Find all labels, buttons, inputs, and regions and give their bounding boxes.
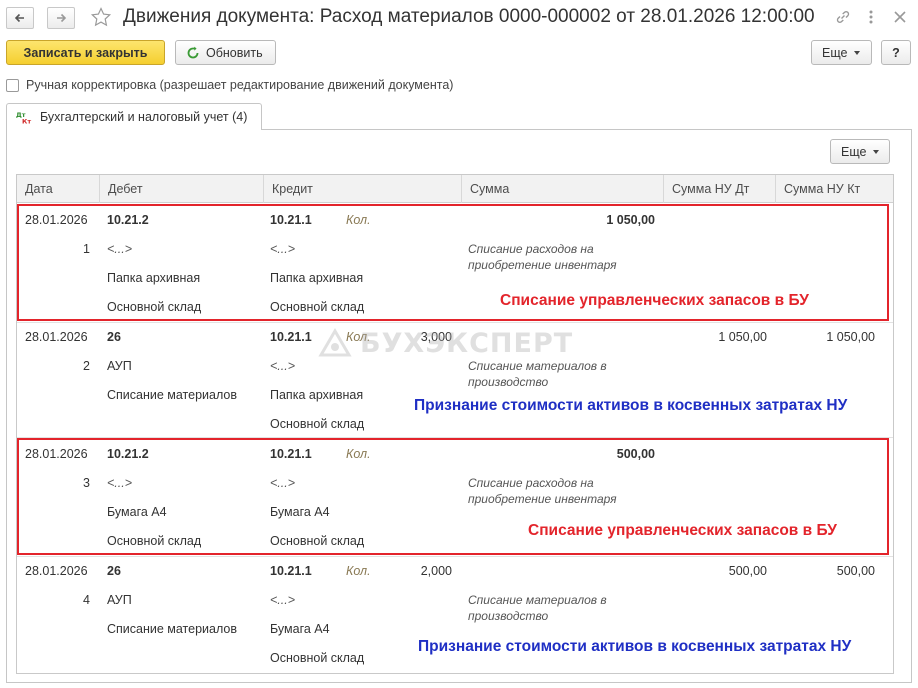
row-description: Списание материалов в производство [468, 359, 607, 389]
watermark-logo-icon [318, 328, 352, 357]
row-sum-nu-dt: 1 050,00 [718, 330, 767, 344]
row-number: 4 [83, 593, 90, 607]
manual-correction-label: Ручная корректировка (разрешает редактир… [26, 78, 454, 92]
arrow-left-icon [14, 13, 24, 23]
forward-button[interactable] [47, 7, 75, 29]
annotation-nu-1: Признание стоимости активов в косвенных … [414, 397, 848, 414]
credit-subconto-1: <...> [270, 593, 296, 607]
favorite-star-icon[interactable] [90, 6, 112, 28]
annotation-bu-2: Списание управленческих запасов в БУ [528, 522, 837, 539]
row-sum-nu-kt: 500,00 [836, 564, 875, 578]
annotation-bu-1: Списание управленческих запасов в БУ [500, 292, 809, 309]
refresh-icon [187, 46, 199, 58]
credit-account: 10.21.1 [270, 564, 312, 578]
back-button[interactable] [6, 7, 34, 29]
debit-subconto-1: АУП [107, 359, 132, 373]
help-button[interactable]: ? [881, 40, 911, 65]
tab-accounting-label: Бухгалтерский и налоговый учет (4) [40, 110, 248, 124]
watermark-text: БУХЭКСПЕРТ [360, 327, 574, 359]
more-label: Еще [822, 45, 848, 60]
title-bar: Движения документа: Расход материалов 00… [0, 0, 918, 36]
row-description: Списание материалов в производство [468, 593, 607, 623]
debit-subconto-2: Списание материалов [107, 622, 238, 636]
credit-subconto-2: Бумага А4 [270, 622, 330, 636]
debit-subconto-1: АУП [107, 593, 132, 607]
credit-subconto-1: <...> [270, 359, 296, 373]
debit-subconto-2: Списание материалов [107, 388, 238, 402]
svg-text:Кт: Кт [22, 118, 31, 125]
column-date[interactable]: Дата [17, 175, 99, 203]
credit-subconto-3: Основной склад [270, 417, 365, 431]
row-date: 28.01.2026 [25, 330, 88, 344]
chevron-down-icon [854, 50, 861, 55]
row-number: 2 [83, 359, 90, 373]
more-button[interactable]: Еще [811, 40, 872, 65]
tab-accounting[interactable]: Дт Кт Бухгалтерский и налоговый учет (4) [6, 103, 262, 130]
page-title: Движения документа: Расход материалов 00… [123, 6, 815, 27]
debit-account: 26 [107, 564, 121, 578]
save-and-close-label: Записать и закрыть [23, 45, 148, 60]
column-debit[interactable]: Дебет [99, 175, 263, 203]
table-header: Дата Дебет Кредит Сумма Сумма НУ Дт Сумм… [17, 175, 893, 203]
chevron-down-icon [873, 149, 880, 154]
arrow-right-icon [57, 13, 67, 23]
close-icon[interactable] [891, 8, 909, 26]
table-more-button[interactable]: Еще [830, 139, 890, 164]
qty-value: 2,000 [420, 564, 452, 578]
manual-correction-checkbox[interactable] [6, 78, 19, 92]
table-more-label: Еще [841, 144, 867, 159]
row-sum-nu-dt: 500,00 [728, 564, 767, 578]
annotation-nu-2: Признание стоимости активов в косвенных … [418, 638, 852, 655]
column-sum[interactable]: Сумма [461, 175, 663, 203]
credit-account: 10.21.1 [270, 330, 312, 344]
row-sum-nu-kt: 1 050,00 [826, 330, 875, 344]
debit-account: 26 [107, 330, 121, 344]
help-label: ? [892, 45, 900, 60]
credit-subconto-3: Основной склад [270, 651, 365, 665]
link-icon[interactable] [834, 8, 852, 26]
qty-label: Кол. [346, 564, 371, 578]
watermark: БУХЭКСПЕРТ [318, 326, 573, 360]
refresh-button[interactable]: Обновить [175, 40, 276, 65]
row-separator [17, 556, 893, 557]
column-sum-nu-dt[interactable]: Сумма НУ Дт [663, 175, 775, 203]
save-and-close-button[interactable]: Записать и закрыть [6, 40, 165, 65]
row-separator [17, 322, 893, 323]
column-credit[interactable]: Кредит [263, 175, 461, 203]
more-vertical-icon[interactable] [862, 8, 880, 26]
credit-subconto-2: Папка архивная [270, 388, 364, 402]
manual-correction-row[interactable]: Ручная корректировка (разрешает редактир… [6, 76, 453, 94]
column-sum-nu-kt[interactable]: Сумма НУ Кт [775, 175, 885, 203]
dt-kt-icon: Дт Кт [16, 111, 31, 125]
row-date: 28.01.2026 [25, 564, 88, 578]
refresh-label: Обновить [206, 45, 263, 60]
